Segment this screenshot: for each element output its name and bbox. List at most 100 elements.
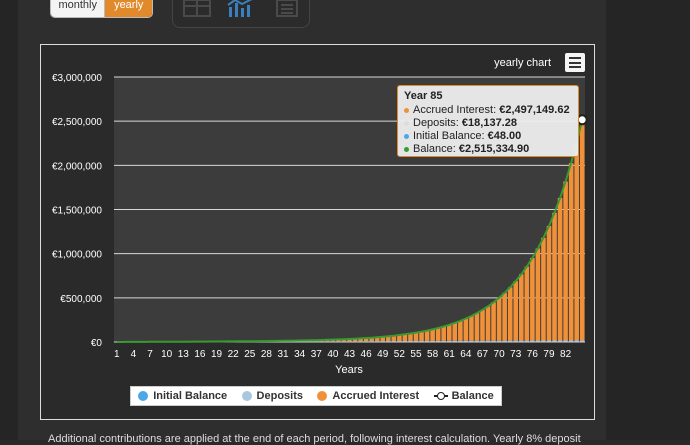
bar-deposits: [508, 341, 513, 342]
tooltip-value: €2,497,149.62: [499, 104, 569, 116]
legend-initial-balance[interactable]: Initial Balance: [138, 390, 227, 402]
bar-deposits: [425, 341, 430, 342]
bar-deposits: [314, 341, 319, 342]
bar-deposits: [403, 341, 408, 342]
x-tick-label: 37: [311, 349, 323, 360]
bar-deposits: [380, 341, 385, 342]
bar-accrued-interest: [513, 281, 518, 340]
tooltip-row-balance: Balance: €2,515,334.90: [404, 143, 572, 156]
x-tick-label: 4: [131, 349, 137, 360]
bar-accrued-interest: [453, 323, 458, 341]
x-tick-label: 70: [494, 349, 506, 360]
bar-deposits: [347, 341, 352, 342]
bar-deposits: [336, 341, 341, 342]
bar-accrued-interest: [491, 302, 496, 340]
bar-accrued-interest: [425, 331, 430, 341]
x-tick-label: 13: [178, 349, 190, 360]
bar-deposits: [569, 340, 574, 342]
bar-deposits: [491, 341, 496, 342]
bar-accrued-interest: [525, 267, 530, 341]
bar-accrued-interest: [574, 143, 579, 341]
bar-deposits: [547, 341, 552, 342]
bar-deposits: [541, 341, 546, 342]
x-tick-label: 7: [147, 349, 153, 360]
x-tick-label: 1: [114, 349, 120, 360]
x-axis-label: Years: [335, 364, 363, 376]
y-tick-label: €1,500,000: [52, 206, 102, 217]
bar-accrued-interest: [486, 306, 491, 340]
bar-accrued-interest: [475, 313, 480, 341]
x-tick-label: 43: [344, 349, 356, 360]
bar-deposits: [574, 340, 579, 342]
bar-accrued-interest: [508, 287, 513, 340]
y-tick-label: €2,000,000: [52, 161, 102, 172]
tooltip-row-initial: Initial Balance: €48.00: [404, 130, 572, 143]
bar-deposits: [353, 341, 358, 342]
legend-accrued-interest[interactable]: Accrued Interest: [317, 390, 419, 402]
bar-deposits: [536, 341, 541, 342]
y-tick-label: €0: [91, 338, 103, 349]
bar-accrued-interest: [541, 238, 546, 341]
bar-accrued-interest: [441, 326, 446, 340]
y-tick-label: €1,000,000: [52, 250, 102, 261]
bar-deposits: [469, 341, 474, 342]
tooltip-dot: [404, 121, 409, 126]
bar-accrued-interest: [480, 310, 485, 341]
bar-deposits: [519, 341, 524, 342]
x-tick-label: 28: [261, 349, 273, 360]
x-tick-label: 31: [277, 349, 289, 360]
bar-accrued-interest: [464, 319, 469, 341]
chart-title: yearly chart: [494, 57, 551, 69]
chart-legend: Initial Balance Deposits Accrued Interes…: [130, 386, 502, 406]
legend-balance[interactable]: Balance: [434, 390, 494, 402]
bar-accrued-interest: [558, 198, 563, 341]
balance-marker: [578, 115, 587, 124]
bar-deposits: [464, 341, 469, 342]
bar-accrued-interest: [447, 325, 452, 341]
tooltip-row-accrued: Accrued Interest: €2,497,149.62: [404, 104, 572, 117]
chart-tooltip: Year 85 Accrued Interest: €2,497,149.62 …: [397, 85, 579, 157]
x-tick-label: 64: [460, 349, 472, 360]
x-tick-label: 73: [510, 349, 522, 360]
x-tick-label: 61: [444, 349, 456, 360]
bar-deposits: [513, 341, 518, 342]
x-tick-label: 79: [543, 349, 555, 360]
tooltip-title: Year 85: [404, 90, 572, 103]
bar-deposits: [497, 341, 502, 342]
chart-menu-button[interactable]: [565, 53, 585, 72]
bar-deposits: [303, 341, 308, 342]
legend-label: Initial Balance: [153, 390, 227, 402]
bar-deposits: [480, 341, 485, 342]
bar-deposits: [392, 341, 397, 342]
bar-deposits: [558, 340, 563, 342]
tooltip-value: €18,137.28: [462, 117, 517, 129]
legend-dot: [242, 391, 252, 401]
legend-dot: [317, 391, 327, 401]
chart-svg: €3,000,000€2,500,000€2,000,000€1,500,000…: [0, 0, 690, 440]
x-tick-label: 16: [194, 349, 206, 360]
x-tick-label: 46: [361, 349, 373, 360]
bar-accrued-interest: [536, 248, 541, 340]
bar-deposits: [580, 340, 585, 342]
legend-deposits[interactable]: Deposits: [242, 390, 303, 402]
bar-deposits: [525, 341, 530, 342]
tooltip-label: Accrued Interest:: [413, 104, 496, 116]
bar-deposits: [502, 341, 507, 342]
bar-deposits: [430, 341, 435, 342]
bar-deposits: [369, 341, 374, 342]
bar-deposits: [325, 341, 330, 342]
tooltip-dot: [404, 108, 409, 113]
x-tick-label: 25: [244, 349, 256, 360]
bar-deposits: [358, 341, 363, 342]
bar-deposits: [563, 340, 568, 342]
bar-deposits: [375, 341, 380, 342]
bar-accrued-interest: [580, 120, 585, 341]
bar-accrued-interest: [430, 329, 435, 341]
bar-deposits: [331, 341, 336, 342]
x-tick-label: 22: [228, 349, 240, 360]
bar-deposits: [486, 341, 491, 342]
y-tick-label: €2,500,000: [52, 117, 102, 128]
tooltip-dot: [404, 134, 409, 139]
bar-accrued-interest: [569, 163, 574, 340]
bar-deposits: [386, 341, 391, 342]
